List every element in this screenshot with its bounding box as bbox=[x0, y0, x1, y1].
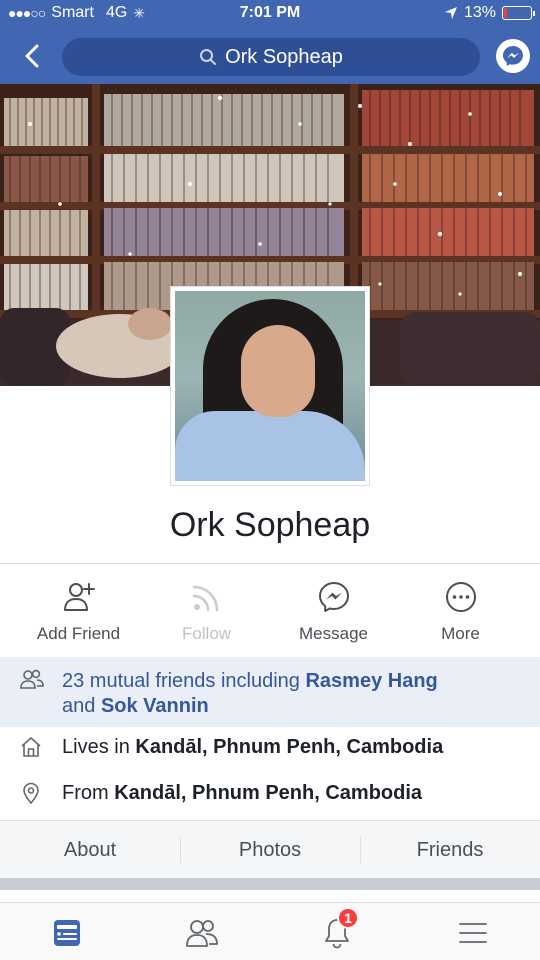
friends-icon bbox=[186, 920, 218, 947]
chevron-left-icon bbox=[25, 44, 39, 68]
news-feed-icon bbox=[54, 920, 80, 946]
add-friend-label: Add Friend bbox=[36, 624, 121, 643]
friend-requests-button[interactable] bbox=[182, 913, 222, 953]
tab-about[interactable]: About bbox=[0, 821, 180, 879]
nav-row: Ork Sopheap bbox=[0, 34, 540, 78]
from-row[interactable]: From Kandāl, Phnum Penh, Cambodia bbox=[0, 774, 540, 818]
notification-badge: 1 bbox=[337, 907, 359, 929]
notifications-button[interactable]: 1 bbox=[317, 907, 359, 953]
mutual-friends-prefix: 23 mutual friends including bbox=[62, 670, 306, 692]
message-label: Message bbox=[299, 624, 368, 643]
lives-in-place: Kandāl, Phnum Penh, Cambodia bbox=[135, 736, 444, 758]
lives-in-row[interactable]: Lives in Kandāl, Phnum Penh, Cambodia bbox=[0, 728, 540, 772]
more-icon bbox=[445, 582, 476, 612]
messenger-icon bbox=[503, 46, 523, 66]
friends-icon bbox=[20, 669, 44, 689]
top-bar: ●●●○○ Smart 4G ✳ 7:01 PM 13% Ork Sopheap bbox=[0, 0, 540, 84]
search-bar[interactable]: Ork Sopheap bbox=[62, 38, 480, 76]
profile-picture[interactable] bbox=[170, 286, 370, 486]
news-feed-button[interactable] bbox=[47, 913, 87, 953]
lives-in-prefix: Lives in bbox=[62, 736, 136, 758]
profile-name: Ork Sopheap bbox=[169, 506, 371, 544]
menu-button[interactable] bbox=[453, 913, 493, 953]
add-friend-icon bbox=[63, 583, 95, 611]
more-label: More bbox=[441, 624, 480, 643]
profile-picture-image bbox=[175, 291, 365, 481]
mutual-friend-link[interactable]: Rasmey Hang bbox=[305, 670, 437, 692]
follow-label: Follow bbox=[181, 624, 232, 643]
location-pin-icon bbox=[23, 782, 39, 805]
back-button[interactable] bbox=[16, 40, 48, 72]
message-button[interactable]: Message bbox=[266, 564, 401, 656]
section-separator bbox=[0, 878, 540, 890]
profile-tabs: About Photos Friends bbox=[0, 820, 540, 878]
search-text: Ork Sopheap bbox=[225, 45, 343, 68]
tab-photos[interactable]: Photos bbox=[180, 821, 360, 879]
status-right: 13% bbox=[444, 4, 535, 22]
tab-friends[interactable]: Friends bbox=[360, 821, 540, 879]
home-icon bbox=[21, 737, 41, 757]
mutual-friend-link[interactable]: Sok Vannin bbox=[101, 695, 209, 717]
follow-button[interactable]: Follow bbox=[139, 564, 274, 656]
profile-actions: Add Friend Follow Message More bbox=[0, 564, 540, 656]
messenger-icon bbox=[318, 582, 349, 612]
search-icon bbox=[200, 49, 217, 65]
mutual-friends-text: 23 mutual friends including Rasmey Hang … bbox=[62, 669, 522, 719]
photo-face bbox=[241, 325, 315, 417]
add-friend-button[interactable]: Add Friend bbox=[11, 564, 146, 656]
battery-icon bbox=[502, 6, 535, 20]
follow-icon bbox=[192, 585, 218, 612]
more-button[interactable]: More bbox=[393, 564, 528, 656]
menu-icon bbox=[459, 923, 487, 943]
from-text: From Kandāl, Phnum Penh, Cambodia bbox=[62, 782, 422, 805]
bottom-navigation: 1 bbox=[0, 902, 540, 960]
photo-shirt bbox=[175, 411, 365, 481]
messenger-button[interactable] bbox=[496, 39, 530, 73]
status-bar: ●●●○○ Smart 4G ✳ 7:01 PM 13% bbox=[0, 0, 540, 28]
mutual-friends-row[interactable]: 23 mutual friends including Rasmey Hang … bbox=[0, 657, 540, 727]
battery-percent: 13% bbox=[463, 4, 496, 21]
lives-in-text: Lives in Kandāl, Phnum Penh, Cambodia bbox=[62, 736, 443, 759]
from-place: Kandāl, Phnum Penh, Cambodia bbox=[114, 782, 423, 804]
from-prefix: From bbox=[62, 782, 115, 804]
mutual-friends-joiner: and bbox=[62, 695, 101, 717]
location-arrow-icon bbox=[444, 7, 457, 19]
battery-fill bbox=[504, 8, 507, 18]
